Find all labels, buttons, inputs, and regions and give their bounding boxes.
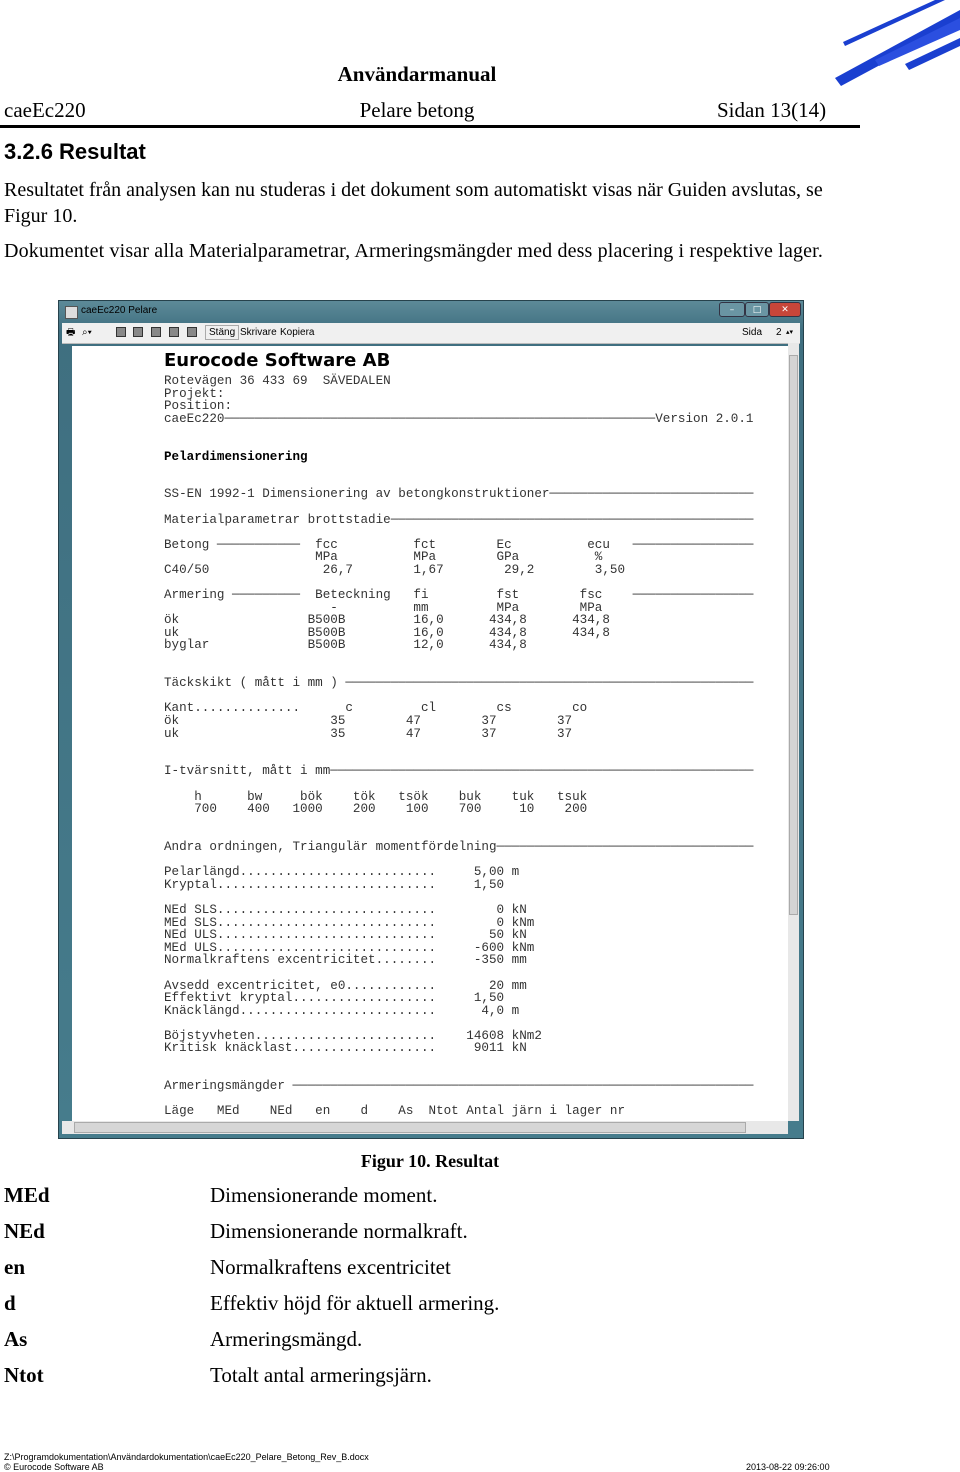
- figure-caption: Figur 10. Resultat: [360, 1151, 500, 1171]
- one-page-icon[interactable]: [116, 327, 126, 337]
- report-line: Täckskikt ( mått i mm ) ────────────────…: [164, 676, 754, 691]
- app-icon: [65, 306, 78, 319]
- report-line: Pelarlängd.......................... 5,0…: [164, 865, 520, 880]
- header-page-number: Sidan 13(14): [717, 98, 827, 122]
- vertical-scrollbar[interactable]: [788, 343, 799, 1121]
- print-icon[interactable]: 🖶: [66, 326, 75, 339]
- report-line: [164, 967, 753, 980]
- window-title: caeEc220 Pelare: [81, 305, 158, 316]
- definition-description: Armeringsmängd.: [210, 1327, 363, 1351]
- definition-description: Dimensionerande moment.: [210, 1183, 438, 1207]
- definition-description: Dimensionerande normalkraft.: [210, 1219, 468, 1243]
- minimize-button[interactable]: –: [719, 302, 745, 317]
- report-line: Knäcklängd.......................... 4,0…: [164, 1003, 520, 1018]
- report-line: [164, 501, 753, 514]
- report-line: Rotevägen 36 433 69 SÄVEDALEN: [164, 374, 391, 388]
- report-line: NEd SLS............................. 0 k…: [164, 902, 527, 917]
- definition-term: en: [4, 1255, 25, 1279]
- report-line: Materialparametrar brottstadie──────────…: [164, 512, 754, 527]
- definition-description: Effektiv höjd för aktuell armering.: [210, 1291, 500, 1315]
- report-line: Effektivt kryptal................... 1,5…: [164, 991, 505, 1006]
- toolbar: 🖶 ⌕▾ Stäng Skrivare Kopiera Sida 2 ▴▾: [62, 323, 800, 344]
- report-line: C40/50 26,7 1,67 29,2 3,50: [164, 562, 626, 577]
- report-body: Rotevägen 36 433 69 SÄVEDALEN Projekt: Pos…: [164, 375, 753, 1118]
- report-line: [164, 816, 753, 829]
- footer-file-path: Z:\Programdokumentation\Användardokument…: [4, 1452, 369, 1462]
- definition-term: d: [4, 1291, 16, 1315]
- definition-term: Ntot: [4, 1363, 44, 1387]
- definition-description: Totalt antal armeringsjärn.: [210, 1363, 432, 1387]
- report-line: Armering ───────── Beteckning fi fst fsc…: [164, 588, 754, 603]
- report-line: Pelardimensionering: [164, 449, 308, 464]
- report-window: caeEc220 Pelare – □ ✕ 🖶 ⌕▾ Stäng Skrivar…: [58, 300, 804, 1139]
- report-line: [164, 652, 753, 665]
- report-line: [164, 463, 753, 476]
- report-line: I-tvärsnitt, mått i mm──────────────────…: [164, 764, 754, 779]
- report-line: Andra ordningen, Triangulär momentfördel…: [164, 839, 754, 854]
- definition-term: MEd: [4, 1183, 50, 1207]
- report-line: Projekt:: [164, 386, 225, 401]
- report-line: Position:: [164, 399, 233, 414]
- report-line: Armeringsmängder ───────────────────────…: [164, 1079, 754, 1094]
- close-button[interactable]: Stäng: [205, 325, 240, 340]
- report-line: [164, 526, 753, 539]
- three-pages-icon[interactable]: [151, 327, 161, 337]
- close-window-button[interactable]: ✕: [769, 302, 801, 317]
- paragraph: Resultatet från analysen kan nu studeras…: [4, 179, 823, 227]
- company-logo: [835, 0, 960, 86]
- page-label: Sida: [742, 327, 763, 338]
- report-line: NEd ULS............................. 50 …: [164, 928, 527, 943]
- report-line: ök 35 47 37 37: [164, 714, 573, 729]
- report-line: [164, 425, 753, 438]
- report-line: uk 35 47 37 37: [164, 726, 573, 741]
- report-preview: Eurocode Software AB Rotevägen 36 433 69…: [72, 346, 788, 1121]
- report-line: byglar B500B 12,0 434,8: [164, 638, 527, 653]
- report-line: [164, 1017, 753, 1030]
- two-pages-icon[interactable]: [133, 327, 143, 337]
- horizontal-scrollbar[interactable]: [62, 1121, 788, 1134]
- vertical-scroll-thumb[interactable]: [789, 355, 798, 915]
- definition-description: Normalkraftens excentricitet: [210, 1255, 451, 1279]
- document-title: Användarmanual: [337, 62, 497, 86]
- spinner-arrows-icon[interactable]: ▴▾: [786, 326, 793, 339]
- printer-button[interactable]: Skrivare: [240, 326, 277, 339]
- report-line: caeEc220────────────────────────────────…: [164, 411, 754, 426]
- report-line: Normalkraftens excentricitet........ -35…: [164, 953, 527, 968]
- page-spinner[interactable]: 2: [776, 326, 782, 339]
- report-line: ök B500B 16,0 434,8 434,8: [164, 613, 610, 628]
- definition-term: As: [4, 1327, 28, 1351]
- report-company-name: Eurocode Software AB: [164, 350, 391, 371]
- header-divider: [0, 125, 860, 128]
- zoom-icon[interactable]: ⌕▾: [82, 326, 92, 339]
- report-line: SS-EN 1992-1 Dimensionering av betongkon…: [164, 487, 754, 502]
- six-pages-icon[interactable]: [187, 327, 197, 337]
- section-heading: 3.2.6 Resultat: [4, 139, 146, 164]
- maximize-button[interactable]: □: [745, 302, 769, 317]
- report-line: Läge MEd NEd en d As Ntot Antal järn i l…: [164, 1104, 626, 1119]
- horizontal-scroll-thumb[interactable]: [74, 1122, 746, 1133]
- paragraph: Dokumentet visar alla Materialparametrar…: [4, 240, 824, 262]
- copy-button[interactable]: Kopiera: [280, 326, 314, 339]
- report-line: [164, 438, 753, 451]
- report-line: 700 400 1000 200 100 700 10 200: [164, 802, 588, 817]
- four-pages-icon[interactable]: [169, 327, 179, 337]
- report-line: [164, 778, 753, 791]
- report-line: Kritisk knäcklast................... 901…: [164, 1041, 527, 1056]
- report-line: [164, 1055, 753, 1068]
- header-topic: Pelare betong: [359, 98, 475, 122]
- definition-term: NEd: [4, 1219, 45, 1243]
- report-line: Kryptal............................. 1,5…: [164, 877, 505, 892]
- window-titlebar[interactable]: caeEc220 Pelare – □ ✕: [59, 301, 803, 323]
- report-line: [164, 740, 753, 753]
